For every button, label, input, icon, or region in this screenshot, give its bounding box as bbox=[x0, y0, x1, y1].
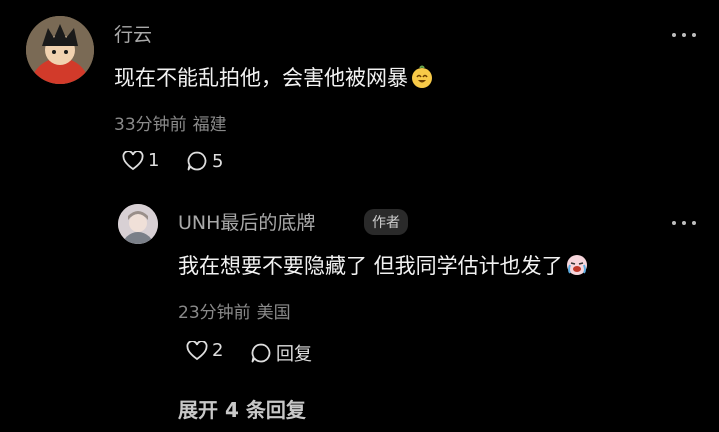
comment-text: 现在不能乱拍他，会害他被网暴 bbox=[114, 66, 408, 90]
reply-time: 23分钟前 bbox=[178, 303, 251, 323]
comment-username[interactable]: 行云 bbox=[114, 20, 152, 47]
reply-username[interactable]: UNH最后的底牌 bbox=[178, 208, 315, 235]
comment-bubble-icon bbox=[251, 343, 271, 363]
reply-text: 我在想要不要隐藏了 但我同学估计也发了 bbox=[178, 254, 563, 278]
reply-count-button[interactable]: 5 bbox=[186, 150, 223, 172]
reply-text-row: 我在想要不要隐藏了 但我同学估计也发了 bbox=[178, 250, 589, 280]
reply-location: 美国 bbox=[256, 303, 291, 323]
reply-like-count: 2 bbox=[212, 340, 224, 361]
reply-more-options-icon[interactable] bbox=[672, 220, 696, 226]
crying-emoji-icon bbox=[566, 255, 587, 275]
like-count: 1 bbox=[148, 150, 160, 171]
comment-text-row: 现在不能乱拍他，会害他被网暴 bbox=[114, 62, 434, 92]
reply-like-button[interactable]: 2 bbox=[186, 340, 223, 361]
reply-button[interactable]: 回复 bbox=[250, 340, 312, 366]
comment-location: 福建 bbox=[192, 115, 227, 135]
comment-bubble-icon bbox=[187, 151, 207, 171]
reply-count: 5 bbox=[212, 150, 224, 172]
reply-button-label: 回复 bbox=[276, 344, 312, 365]
laughing-emoji-icon bbox=[412, 65, 432, 88]
reply-meta: 23分钟前 美国 bbox=[178, 298, 291, 323]
like-button[interactable]: 1 bbox=[122, 150, 159, 171]
avatar[interactable] bbox=[26, 16, 94, 84]
comment-time: 33分钟前 bbox=[114, 115, 187, 135]
comment-meta: 33分钟前 福建 bbox=[114, 110, 227, 135]
more-options-icon[interactable] bbox=[672, 32, 696, 38]
heart-icon bbox=[186, 340, 208, 360]
author-badge: 作者 bbox=[364, 209, 408, 235]
expand-replies-button[interactable]: 展开 4 条回复 bbox=[178, 394, 306, 423]
reply-avatar[interactable] bbox=[118, 204, 158, 244]
heart-icon bbox=[122, 150, 144, 170]
